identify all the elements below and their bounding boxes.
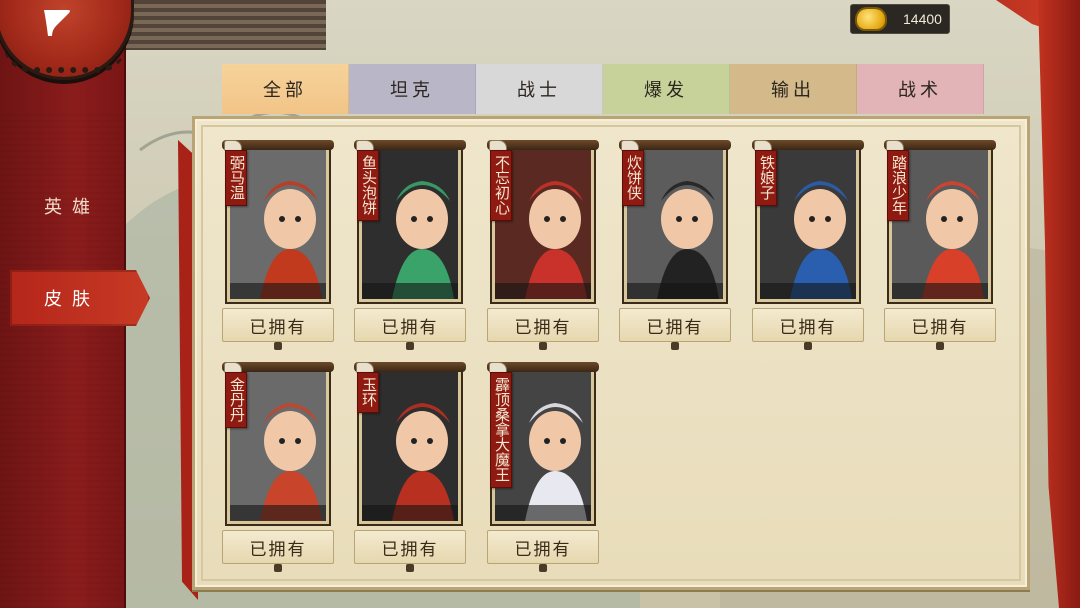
back-arrow-glyph bbox=[44, 10, 70, 36]
badge-ring bbox=[3, 43, 127, 73]
skin-name: 踏浪少年 bbox=[887, 150, 909, 221]
owned-status: 已拥有 bbox=[619, 308, 731, 342]
tab-warrior[interactable]: 战士 bbox=[476, 64, 603, 114]
portrait-shade bbox=[362, 505, 458, 521]
skin-card[interactable]: 玉环 已拥有 bbox=[354, 362, 466, 572]
skin-name: 炊饼侠 bbox=[622, 150, 644, 206]
tab-all[interactable]: 全部 bbox=[222, 64, 349, 114]
skin-name: 玉环 bbox=[357, 372, 379, 413]
tassel-knot bbox=[539, 342, 547, 350]
skin-card[interactable]: 不忘初心 已拥有 bbox=[487, 140, 599, 350]
skin-card[interactable]: 铁娘子 已拥有 bbox=[752, 140, 864, 350]
portrait-shade bbox=[362, 283, 458, 299]
portrait-shade bbox=[892, 283, 988, 299]
tab-burst[interactable]: 爆发 bbox=[603, 64, 730, 114]
portrait-shade bbox=[495, 283, 591, 299]
tab-tactics[interactable]: 战术 bbox=[857, 64, 984, 114]
tab-label: 坦克 bbox=[390, 80, 434, 101]
tab-tank[interactable]: 坦克 bbox=[349, 64, 476, 114]
owned-status: 已拥有 bbox=[222, 308, 334, 342]
tassel-knot bbox=[671, 342, 679, 350]
currency-value: 14400 bbox=[903, 11, 942, 27]
sidebar-item-label: 皮肤 bbox=[44, 289, 100, 310]
tab-label: 战士 bbox=[517, 80, 561, 101]
tassel-knot bbox=[406, 342, 414, 350]
skin-card[interactable]: 炊饼侠 已拥有 bbox=[619, 140, 731, 350]
tassel-knot bbox=[936, 342, 944, 350]
skin-name: 弼马温 bbox=[225, 150, 247, 206]
top-decor-strips bbox=[126, 0, 326, 50]
tab-label: 全部 bbox=[263, 80, 307, 101]
tassel-knot bbox=[406, 564, 414, 572]
gold-ingot-icon bbox=[857, 9, 885, 29]
tassel-knot bbox=[539, 564, 547, 572]
skin-name: 铁娘子 bbox=[755, 150, 777, 206]
tab-label: 爆发 bbox=[644, 80, 688, 101]
skin-name: 不忘初心 bbox=[490, 150, 512, 221]
sidebar-item-label: 英雄 bbox=[44, 197, 100, 218]
owned-status: 已拥有 bbox=[354, 308, 466, 342]
owned-status: 已拥有 bbox=[487, 530, 599, 564]
owned-status: 已拥有 bbox=[222, 530, 334, 564]
skin-name: 霹顶桑拿大魔王 bbox=[490, 372, 512, 488]
skin-card[interactable]: 踏浪少年 已拥有 bbox=[884, 140, 996, 350]
owned-status: 已拥有 bbox=[487, 308, 599, 342]
portrait-shade bbox=[495, 505, 591, 521]
portrait-shade bbox=[760, 283, 856, 299]
tab-label: 输出 bbox=[771, 80, 815, 101]
category-tabs: 全部 坦克 战士 爆发 输出 战术 bbox=[222, 64, 984, 114]
skin-name: 金丹丹 bbox=[225, 372, 247, 428]
tab-damage[interactable]: 输出 bbox=[730, 64, 857, 114]
sidebar-item-skins[interactable]: 皮肤 bbox=[10, 270, 150, 326]
skin-card[interactable]: 金丹丹 已拥有 bbox=[222, 362, 334, 572]
skin-card[interactable]: 霹顶桑拿大魔王 已拥有 bbox=[487, 362, 599, 572]
tassel-knot bbox=[274, 342, 282, 350]
sidebar-item-heroes[interactable]: 英雄 bbox=[0, 178, 126, 234]
portrait-shade bbox=[627, 283, 723, 299]
portrait-shade bbox=[230, 283, 326, 299]
skin-name: 鱼头泡饼 bbox=[357, 150, 379, 221]
portrait-shade bbox=[230, 505, 326, 521]
owned-status: 已拥有 bbox=[354, 530, 466, 564]
tassel-knot bbox=[274, 564, 282, 572]
tab-label: 战术 bbox=[898, 80, 942, 101]
owned-status: 已拥有 bbox=[884, 308, 996, 342]
skin-card[interactable]: 鱼头泡饼 已拥有 bbox=[354, 140, 466, 350]
currency-display: 14400 bbox=[850, 4, 950, 34]
owned-status: 已拥有 bbox=[752, 308, 864, 342]
tassel-knot bbox=[804, 342, 812, 350]
back-arrow-icon[interactable] bbox=[38, 6, 80, 40]
skin-card[interactable]: 弼马温 已拥有 bbox=[222, 140, 334, 350]
